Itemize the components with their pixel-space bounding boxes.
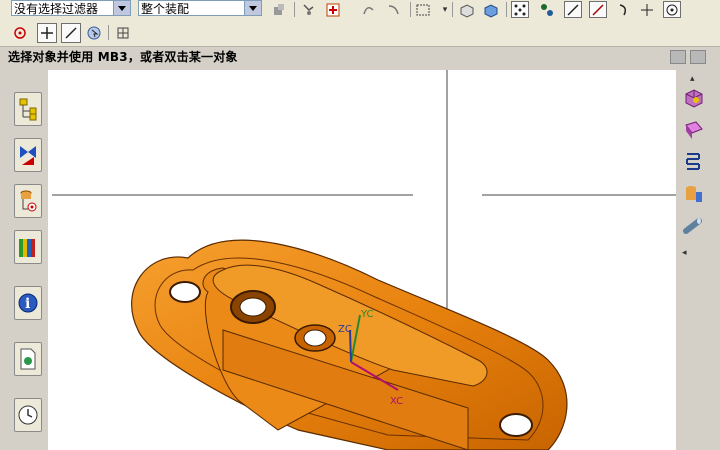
status-prompt: 选择对象并使用 MB3，或者双击某一对象 <box>8 50 238 64</box>
selection-filter-select[interactable]: 没有选择过滤器 <box>11 0 131 16</box>
part-navigator-icon[interactable] <box>14 184 42 218</box>
graphics-window[interactable]: ZC YC XC <box>48 70 676 450</box>
line-icon[interactable] <box>564 1 582 18</box>
circle-icon[interactable] <box>663 1 681 18</box>
toolbar-separator <box>506 2 507 17</box>
grid-icon[interactable] <box>511 1 529 18</box>
shaded-icon[interactable] <box>458 1 476 18</box>
chevron-up-icon[interactable]: ▴ <box>690 74 695 84</box>
spring-icon[interactable] <box>682 150 706 174</box>
cylinder-icon[interactable] <box>682 182 706 206</box>
chevron-down-icon[interactable] <box>244 1 261 15</box>
reuse-library-icon[interactable] <box>14 230 42 264</box>
xc-label: XC <box>390 396 403 407</box>
resource-bar-icon[interactable] <box>670 50 686 64</box>
history-icon[interactable] <box>14 398 42 432</box>
right-resource-bar: ▴ ◂ <box>676 70 720 450</box>
snap-icon[interactable] <box>270 1 288 18</box>
toolbar-separator <box>294 2 295 17</box>
mounting-hole[interactable] <box>499 413 533 437</box>
crosshair-icon[interactable] <box>638 1 656 18</box>
mounting-hole[interactable] <box>169 281 201 303</box>
toolbar-separator <box>452 2 453 17</box>
face-icon[interactable] <box>682 118 706 142</box>
toolbar-separator <box>108 25 109 40</box>
svg-text:i: i <box>25 296 30 312</box>
solid-icon[interactable] <box>482 1 500 18</box>
toolbar-separator <box>410 2 411 17</box>
constraint-icon[interactable] <box>14 138 42 172</box>
circle-target-icon[interactable] <box>11 24 29 41</box>
assembly-navigator-icon[interactable] <box>14 92 42 126</box>
left-resource-bar: i <box>0 70 48 450</box>
plus-icon[interactable] <box>37 23 57 43</box>
snap-toolbar <box>0 20 720 47</box>
top-toolbar: 没有选择过滤器 整个装配 ▾ <box>0 0 720 21</box>
cursor-icon[interactable] <box>85 24 103 41</box>
cube-icon[interactable] <box>682 86 706 110</box>
chevron-left-icon[interactable]: ◂ <box>682 248 687 258</box>
curve-icon[interactable] <box>360 1 378 18</box>
through-hole-inner <box>303 329 327 347</box>
select-plus-icon[interactable] <box>325 1 343 18</box>
yc-label: YC <box>360 309 374 320</box>
info-icon[interactable]: i <box>14 286 42 320</box>
resource-bar-icon[interactable] <box>690 50 706 64</box>
counterbore-hole-inner <box>239 297 267 317</box>
zc-label: ZC <box>338 324 352 335</box>
assembly-scope-select[interactable]: 整个装配 <box>138 0 262 16</box>
model-canvas[interactable]: ZC YC XC <box>48 70 676 450</box>
point-icon[interactable] <box>300 1 318 18</box>
line-icon[interactable] <box>589 1 607 18</box>
pipe-icon[interactable] <box>682 214 706 238</box>
assembly-scope-value: 整个装配 <box>141 2 190 16</box>
grid-icon[interactable] <box>114 24 132 41</box>
document-icon[interactable] <box>14 342 42 376</box>
node-icon[interactable] <box>538 1 556 18</box>
chevron-down-icon[interactable] <box>113 1 130 15</box>
rectangle-select-icon[interactable] <box>414 1 432 18</box>
orange-part[interactable] <box>131 239 568 450</box>
arc-icon[interactable] <box>614 1 632 18</box>
slash-icon[interactable] <box>61 23 81 43</box>
selection-filter-value: 没有选择过滤器 <box>14 2 99 16</box>
curve-icon[interactable] <box>385 1 403 18</box>
